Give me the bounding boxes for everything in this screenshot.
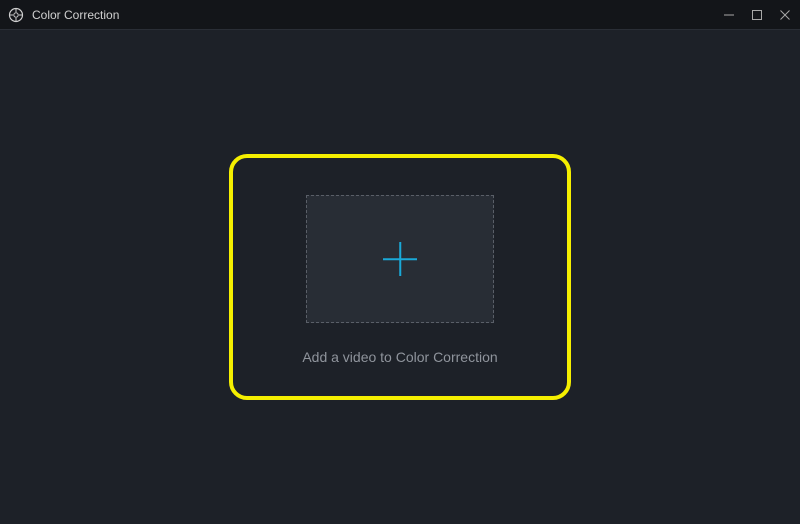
add-video-dropzone[interactable]: [306, 195, 494, 323]
window-controls: [722, 8, 792, 22]
content-area: Add a video to Color Correction: [0, 30, 800, 524]
dropzone-label: Add a video to Color Correction: [302, 349, 497, 365]
app-icon: [8, 7, 24, 23]
maximize-button[interactable]: [750, 8, 764, 22]
titlebar: Color Correction: [0, 0, 800, 30]
plus-icon: [383, 242, 417, 276]
highlight-box: Add a video to Color Correction: [229, 154, 571, 400]
window-title: Color Correction: [32, 8, 722, 22]
minimize-button[interactable]: [722, 8, 736, 22]
close-button[interactable]: [778, 8, 792, 22]
